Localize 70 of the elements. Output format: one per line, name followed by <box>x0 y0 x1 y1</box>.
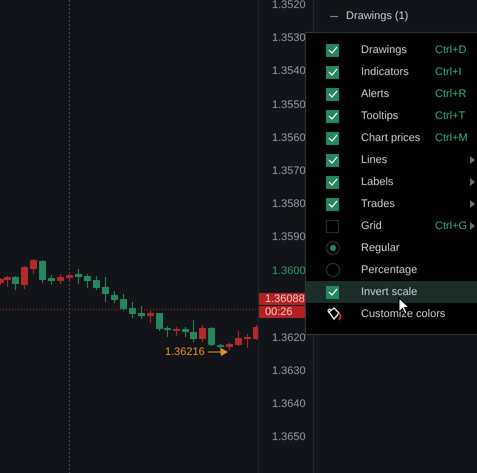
candle <box>120 294 127 312</box>
candle <box>147 310 154 324</box>
arrow-icon <box>208 348 228 356</box>
checkbox[interactable] <box>326 154 339 166</box>
menu-item[interactable]: Trades <box>306 193 477 215</box>
paint-bucket-icon <box>326 306 342 322</box>
menu-item[interactable]: Regular <box>306 237 477 259</box>
candle <box>84 274 91 288</box>
menu-item[interactable]: Tooltips Ctrl+T <box>306 105 477 127</box>
axis-label: 1.3570 <box>272 164 306 177</box>
checkbox[interactable] <box>326 110 339 122</box>
candle <box>111 290 118 304</box>
axis-label: 1.3600 <box>272 264 306 276</box>
axis-label: 1.3620 <box>272 332 306 344</box>
shortcut-label: Ctrl+M <box>435 132 468 144</box>
axis-label: 1.3630 <box>272 365 306 378</box>
radio-button[interactable] <box>326 263 340 277</box>
axis-label: 1.3640 <box>272 398 306 410</box>
shortcut-label: Ctrl+G <box>435 220 468 232</box>
axis-label: 1.3590 <box>272 231 306 244</box>
axis-label: 1.3550 <box>272 98 306 111</box>
checkbox[interactable] <box>326 66 339 78</box>
axis-label: 1.3560 <box>272 132 306 144</box>
low-price-label: 1.36216 <box>165 346 205 358</box>
axis-label: 1.3580 <box>272 198 306 210</box>
candle <box>129 302 136 318</box>
checkbox[interactable] <box>326 220 339 232</box>
menu-item[interactable]: Labels <box>306 171 477 193</box>
candle <box>48 274 55 286</box>
menu-item[interactable]: Indicators Ctrl+I <box>306 61 477 83</box>
shortcut-label: Ctrl+D <box>435 44 466 56</box>
checkbox[interactable] <box>326 176 339 188</box>
candle <box>235 330 242 346</box>
candle <box>102 276 109 302</box>
candle <box>39 260 46 284</box>
candle <box>138 306 145 320</box>
candle <box>208 326 215 346</box>
candle <box>21 266 28 290</box>
menu-item[interactable]: Chart prices Ctrl+M <box>306 127 477 149</box>
candle <box>253 324 258 340</box>
candle <box>217 344 224 354</box>
shortcut-label: Ctrl+T <box>435 110 466 122</box>
candle <box>75 268 82 284</box>
axis-label: 1.3540 <box>272 65 306 78</box>
checkbox[interactable] <box>326 286 339 298</box>
menu-item[interactable]: Alerts Ctrl+R <box>306 83 477 105</box>
axis-label: 1.3530 <box>272 32 306 44</box>
axis-label: 1.3650 <box>272 431 306 444</box>
candle <box>244 334 251 348</box>
candle <box>199 324 206 342</box>
candle <box>93 276 100 290</box>
shortcut-label: Ctrl+I <box>435 66 462 78</box>
menu-item[interactable]: Grid Ctrl+G <box>306 215 477 237</box>
checkbox[interactable] <box>326 88 339 100</box>
menu-item[interactable]: Invert scale <box>306 281 477 303</box>
checkbox[interactable] <box>326 44 339 56</box>
panel-header[interactable]: Drawings (1) <box>346 10 408 22</box>
candle <box>173 326 180 336</box>
radio-button[interactable] <box>326 241 340 255</box>
checkbox[interactable] <box>326 132 339 144</box>
axis-label: 1.3520 <box>272 0 306 11</box>
candle <box>57 274 64 284</box>
menu-item[interactable]: Drawings Ctrl+D <box>306 39 477 61</box>
menu-item[interactable]: Percentage <box>306 259 477 281</box>
shortcut-label: Ctrl+R <box>435 88 466 100</box>
candle <box>30 258 37 274</box>
menu-item[interactable]: Lines <box>306 149 477 171</box>
candle <box>66 274 73 280</box>
candle <box>226 342 233 350</box>
checkbox[interactable] <box>326 198 339 210</box>
